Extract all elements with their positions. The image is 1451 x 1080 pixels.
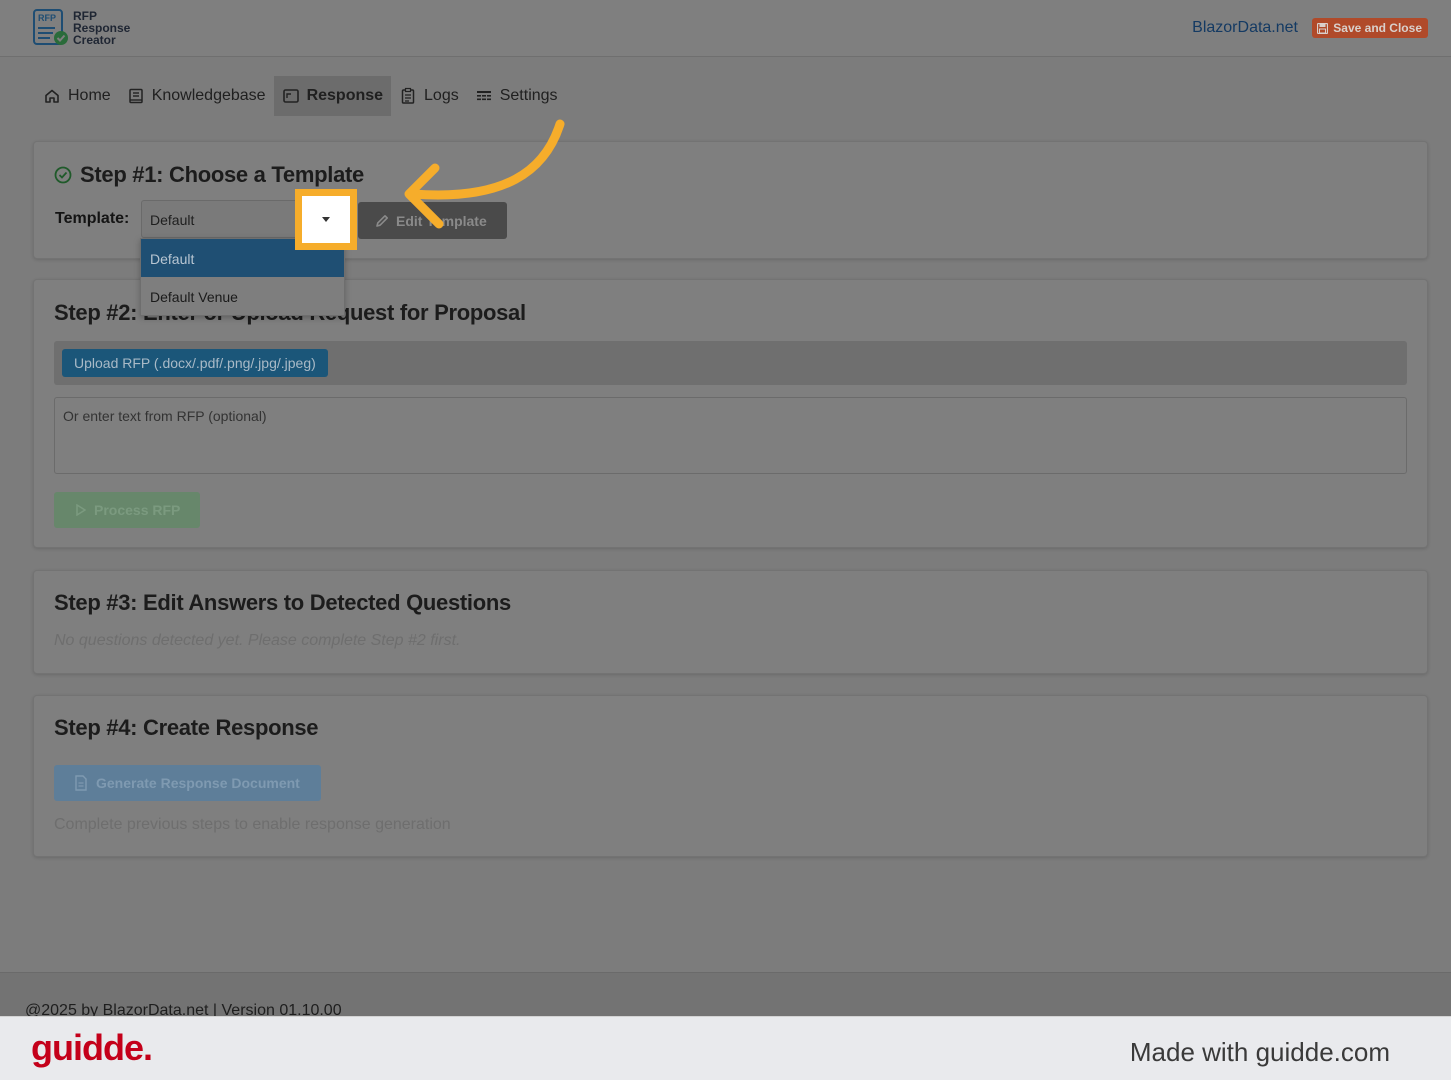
floppy-disk-icon [1317, 22, 1329, 34]
play-icon [76, 504, 86, 516]
made-with-guidde: Made with guidde.com [1129, 1037, 1390, 1067]
clipboard-icon [401, 87, 415, 104]
nav-item-home[interactable]: Home [35, 76, 119, 116]
template-dropdown-toggle[interactable] [295, 189, 357, 250]
nav-item-logs[interactable]: Logs [391, 76, 467, 116]
book-icon [128, 88, 143, 104]
guidde-logo: guidde. [31, 1027, 153, 1068]
caret-down-icon [322, 217, 330, 222]
template-label: Template: [55, 210, 130, 227]
process-rfp-button[interactable]: Process RFP [54, 492, 200, 528]
nav-label-logs: Logs [424, 87, 459, 104]
step4-title: Step #4: Create Response [54, 715, 319, 740]
step1-title: Step #1: Choose a Template [80, 162, 364, 187]
top-bar: RFP RFP Response Creator BlazorData.net … [0, 0, 1451, 57]
main-nav: Home Knowledgebase Response Logs Setting… [35, 76, 566, 116]
step2-card: Step #2: Enter or Upload Request for Pro… [33, 279, 1428, 548]
step3-title: Step #3: Edit Answers to Detected Questi… [54, 590, 511, 615]
logo-badge-text: RFP [38, 13, 56, 23]
step3-card: Step #3: Edit Answers to Detected Questi… [33, 570, 1428, 674]
generate-response-label: Generate Response Document [96, 775, 300, 791]
save-and-close-label: Save and Close [1333, 21, 1422, 35]
app-footer: @2025 by BlazorData.net | Version 01.10.… [0, 972, 1451, 1019]
guidde-watermark-bar: guidde. Made with guidde.com [0, 1016, 1451, 1080]
nav-label-response: Response [306, 87, 384, 104]
rfp-document-icon: RFP [33, 9, 69, 47]
rfp-text-input[interactable]: Or enter text from RFP (optional) [54, 397, 1407, 474]
nav-item-settings[interactable]: Settings [467, 76, 566, 116]
logo-text: RFP Response Creator [73, 10, 130, 46]
guide-arrow-icon [404, 119, 565, 229]
nav-label-knowledgebase: Knowledgebase [151, 87, 266, 104]
logo-line-3: Creator [73, 33, 116, 47]
step1-heading: Step #1: Choose a Template [54, 162, 364, 188]
upload-bar: Upload RFP (.docx/.pdf/.png/.jpg/.jpeg) [54, 341, 1407, 385]
nav-label-home: Home [68, 87, 111, 104]
check-circle-icon [54, 166, 72, 184]
settings-list-icon [476, 91, 491, 101]
generate-response-button[interactable]: Generate Response Document [54, 765, 321, 801]
no-questions-message: No questions detected yet. Please comple… [54, 632, 461, 649]
dropdown-option-default-venue[interactable]: Default Venue [141, 277, 344, 315]
save-and-close-button[interactable]: Save and Close [1312, 18, 1428, 38]
nav-item-knowledgebase[interactable]: Knowledgebase [119, 76, 274, 116]
home-icon [45, 89, 59, 103]
upload-rfp-button[interactable]: Upload RFP (.docx/.pdf/.png/.jpg/.jpeg) [62, 349, 328, 377]
blazordata-link[interactable]: BlazorData.net [1192, 19, 1298, 37]
document-icon [75, 775, 87, 791]
process-rfp-label: Process RFP [94, 502, 181, 518]
nav-item-response[interactable]: Response [273, 76, 392, 116]
reply-window-icon [282, 89, 299, 103]
pencil-icon [376, 214, 388, 227]
nav-label-settings: Settings [499, 87, 558, 104]
generate-hint: Complete previous steps to enable respon… [54, 816, 451, 833]
step4-card: Step #4: Create Response Generate Respon… [33, 695, 1428, 857]
app-logo[interactable]: RFP RFP Response Creator [33, 9, 130, 47]
template-selected-value: Default [150, 212, 195, 228]
